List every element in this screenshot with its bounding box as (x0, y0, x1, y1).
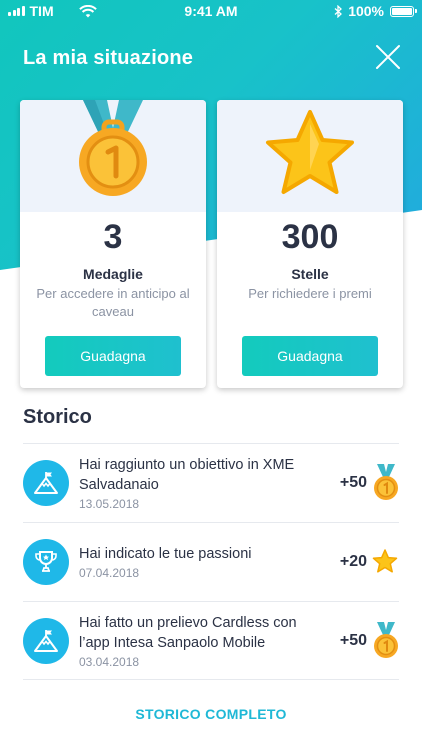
medal-icon (373, 621, 399, 660)
history-item-text: Hai indicato le tue passioni 07.04.2018 (79, 544, 329, 580)
battery-icon (390, 5, 417, 17)
status-right: 100% (334, 3, 417, 19)
history-item-points: +50 (339, 474, 367, 491)
history-item[interactable]: Hai fatto un prelievo Cardless con l’app… (23, 601, 399, 680)
history-item[interactable]: Hai raggiunto un obiettivo in XME Salvad… (23, 443, 399, 522)
stars-count: 300 (281, 218, 339, 256)
medal-icon (373, 464, 399, 502)
stars-description: Per richiedere i premi (248, 286, 372, 301)
page-title: La mia situazione (23, 47, 194, 69)
history-item-points: +20 (339, 553, 367, 570)
medal-icon (79, 100, 147, 196)
history-item-date: 03.04.2018 (79, 654, 140, 669)
trophy-icon (23, 539, 69, 585)
earn-stars-button[interactable]: Guadagna (242, 336, 378, 376)
status-bar: TIM 9:41 AM 100% (0, 0, 422, 24)
history-item-text: Hai fatto un prelievo Cardless con l’app… (79, 613, 329, 669)
star-icon (372, 543, 399, 581)
medals-card-illustration (20, 100, 206, 212)
close-icon (376, 45, 400, 69)
history-item-title: Hai fatto un prelievo Cardless con l’app… (79, 614, 297, 651)
stars-card-illustration (217, 100, 403, 212)
history-item-title: Hai indicato le tue passioni (79, 546, 252, 562)
history-item-text: Hai raggiunto un obiettivo in XME Salvad… (79, 455, 329, 511)
history-item-points: +50 (339, 631, 367, 649)
medals-count: 3 (103, 218, 123, 256)
medals-description: Per accedere in anticipo al caveau (36, 286, 190, 319)
close-button[interactable] (374, 43, 402, 71)
medals-label: Medaglie (83, 266, 143, 282)
history-item-date: 13.05.2018 (79, 497, 140, 511)
full-history-link[interactable]: STORICO COMPLETO (0, 706, 422, 722)
bluetooth-icon (334, 4, 343, 18)
history-item[interactable]: Hai indicato le tue passioni 07.04.2018 … (23, 522, 399, 601)
battery-label: 100% (348, 3, 384, 19)
mountain-flag-icon (23, 617, 69, 664)
history-item-date: 07.04.2018 (79, 566, 140, 580)
earn-medals-button[interactable]: Guadagna (45, 336, 181, 376)
history-item-title: Hai raggiunto un obiettivo in XME Salvad… (79, 457, 295, 493)
star-icon (266, 110, 354, 194)
mountain-flag-icon (23, 460, 69, 506)
stars-card: 300 Stelle Per richiedere i premi Guadag… (217, 100, 403, 388)
medals-card: 3 Medaglie Per accedere in anticipo al c… (20, 100, 206, 388)
stars-label: Stelle (291, 266, 329, 282)
history-list: Hai raggiunto un obiettivo in XME Salvad… (23, 443, 399, 680)
history-title: Storico (23, 406, 92, 428)
